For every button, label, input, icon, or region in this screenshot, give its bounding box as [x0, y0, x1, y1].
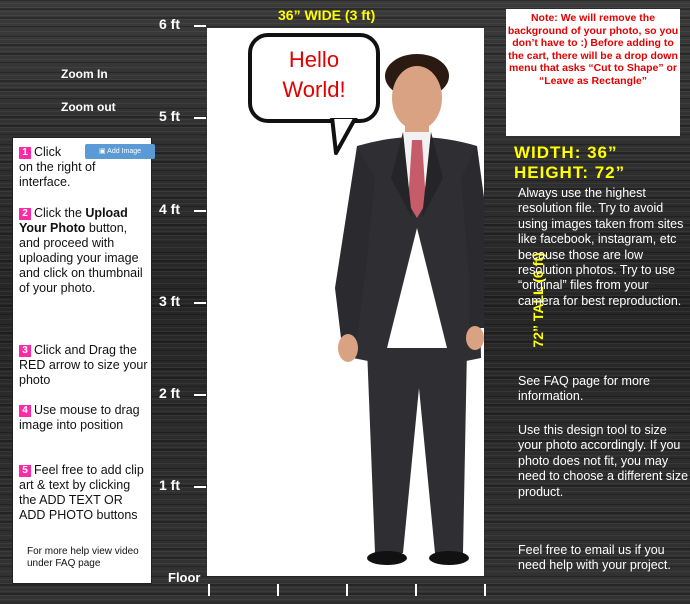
ruler-tick	[194, 486, 206, 488]
ruler-label-3ft: 3 ft	[159, 293, 180, 309]
ruler-label-6ft: 6 ft	[159, 16, 180, 32]
ruler-tick	[194, 25, 206, 27]
step-2: 2 Click the Upload Your Photo button, and…	[19, 206, 143, 295]
floor-tick	[208, 584, 210, 596]
ruler-tick	[194, 210, 206, 212]
info-paragraph-email: Feel free to email us if you need help w…	[518, 543, 671, 573]
floor-label: Floor	[168, 570, 201, 585]
info-paragraph-faq: See FAQ page for more information.	[518, 374, 651, 404]
ruler-tick	[194, 394, 206, 396]
step-4: 4 Use mouse to drag image into position	[19, 403, 140, 432]
ruler-label-1ft: 1 ft	[159, 477, 180, 493]
ruler-tick	[194, 117, 206, 119]
zoom-out-button[interactable]: Zoom out	[61, 100, 116, 114]
help-text: For more help view video under FAQ page	[27, 546, 139, 569]
floor-tick	[484, 584, 486, 596]
width-label: 36” WIDE (3 ft)	[278, 7, 376, 23]
zoom-in-button[interactable]: Zoom In	[61, 67, 108, 81]
ruler-tick	[194, 302, 206, 304]
ruler-label-2ft: 2 ft	[159, 385, 180, 401]
info-paragraph-resolution: Always use the highest resolution file. …	[518, 186, 684, 308]
step-5: 5 Feel free to add clip art & text by cli…	[19, 463, 144, 522]
floor-tick	[415, 584, 417, 596]
floor-tick	[277, 584, 279, 596]
instructions-panel: ▣ Add Image 1 Click on the right of inter…	[12, 137, 155, 584]
height-dimension: HEIGHT: 72”	[514, 163, 626, 182]
info-paragraph-sizing: Use this design tool to size your photo …	[518, 423, 689, 499]
ruler-label-5ft: 5 ft	[159, 108, 180, 124]
step-1: 1 Click on the right of interface.	[19, 145, 96, 189]
speech-bubble[interactable]: Hello World!	[248, 33, 380, 123]
note-box: Note: We will remove the background of y…	[506, 9, 680, 136]
width-dimension: WIDTH: 36”	[514, 143, 618, 162]
speech-bubble-tail	[330, 117, 360, 155]
ruler-label-4ft: 4 ft	[159, 201, 180, 217]
floor-tick	[346, 584, 348, 596]
speech-bubble-text: Hello World!	[282, 47, 346, 102]
step-3: 3 Click and Drag the RED arrow to size yo…	[19, 343, 148, 387]
